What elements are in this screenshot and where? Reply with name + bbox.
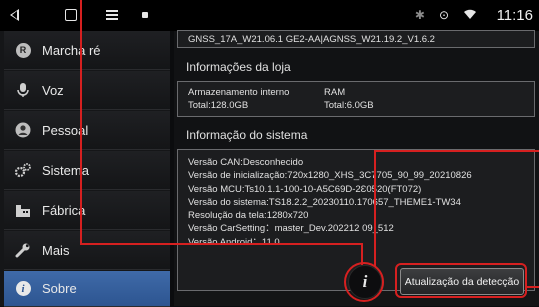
home-icon[interactable] xyxy=(65,9,77,21)
sidebar-item-label: Mais xyxy=(42,242,70,258)
menu-icon[interactable] xyxy=(106,10,118,20)
gnss-version-box: GNSS_17A_W21.06.1 GE2-AA|AGNSS_W21.19.2_… xyxy=(177,30,535,48)
sidebar-item-label: Voz xyxy=(42,82,64,98)
system-info-title: Informação do sistema xyxy=(186,128,308,142)
system-line-can: Versão CAN:Desconhecido xyxy=(188,157,304,168)
internal-storage-total: Total:128.0GB xyxy=(188,100,249,111)
annotation-line xyxy=(80,0,82,245)
clock: 11:16 xyxy=(496,7,533,24)
annotation-line xyxy=(80,243,363,245)
screen: ✱ ⊙ 11:16 R Marcha ré Voz Pessoal Sistem… xyxy=(0,0,539,307)
ram-label: RAM xyxy=(324,87,346,98)
sidebar-item-label: Fábrica xyxy=(42,202,86,218)
sidebar-item-voz[interactable]: Voz xyxy=(4,71,170,110)
sidebar-item-label: Sobre xyxy=(42,281,77,296)
annotation-line xyxy=(526,286,539,288)
storage-box: Armazenamento interno Total:128.0GB RAM … xyxy=(177,81,535,117)
gnss-version-text: GNSS_17A_W21.06.1 GE2-AA|AGNSS_W21.19.2_… xyxy=(188,34,435,45)
annotation-rect xyxy=(395,263,527,298)
notification-icon xyxy=(142,12,148,18)
annotation-line xyxy=(374,150,539,152)
annotation-line xyxy=(374,150,376,267)
sidebar-item-mais[interactable]: Mais xyxy=(4,231,170,270)
status-icons: ✱ ⊙ xyxy=(415,8,477,23)
internal-storage-label: Armazenamento interno xyxy=(188,87,290,98)
back-icon[interactable] xyxy=(10,9,19,21)
system-line-resolution: Resolução da tela:1280x720 xyxy=(188,210,309,222)
sidebar-item-label: Marcha ré xyxy=(42,42,101,58)
microphone-icon xyxy=(14,81,32,99)
wifi-icon xyxy=(463,8,477,23)
sidebar-item-marcha-re[interactable]: R Marcha ré xyxy=(4,31,170,70)
sidebar-item-sistema[interactable]: Sistema xyxy=(4,151,170,190)
location-icon: ⊙ xyxy=(438,8,449,22)
sidebar-item-sobre[interactable]: i Sobre xyxy=(4,271,170,307)
factory-icon xyxy=(14,201,32,219)
annotation-circle xyxy=(344,262,384,302)
r-circle-icon: R xyxy=(14,41,32,59)
store-info-title: Informações da loja xyxy=(186,60,291,74)
system-line-system: Versão do sistema:TS18.2.2_20230110.1706… xyxy=(188,196,461,208)
sidebar-item-pessoal[interactable]: Pessoal xyxy=(4,111,170,150)
bluetooth-icon: ✱ xyxy=(414,8,425,22)
system-line-boot: Versão de inicialização:720x1280_XHS_3C7… xyxy=(188,170,472,182)
info-circle-icon: i xyxy=(14,280,32,298)
sidebar-item-fabrica[interactable]: Fábrica xyxy=(4,191,170,230)
wrench-icon xyxy=(14,241,32,259)
person-icon xyxy=(14,121,32,139)
ram-total: Total:6.0GB xyxy=(324,100,374,111)
sidebar: R Marcha ré Voz Pessoal Sistema Fábrica … xyxy=(0,31,170,307)
system-line-mcu: Versão MCU:Ts10.1.1-100-10-A5C69D-2Ɛ0520… xyxy=(188,183,422,195)
gears-icon xyxy=(14,161,32,179)
system-line-carsetting: Versão CarSetting：master_Dev.202212 09_5… xyxy=(188,223,394,235)
